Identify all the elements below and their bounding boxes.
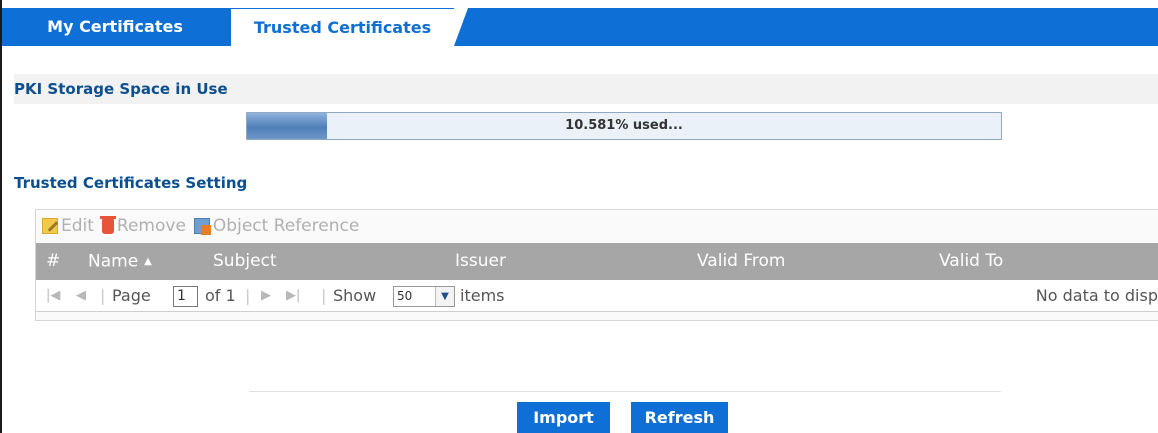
remove-label: Remove	[116, 216, 186, 236]
table-pager: |◀ ◀ | Page 1 of 1 | ▶ ▶| | Show 50 ▼ it…	[36, 280, 1158, 312]
page-label: Page	[112, 286, 151, 305]
column-header-name[interactable]: Name ▲	[88, 243, 152, 280]
column-header-issuer[interactable]: Issuer	[455, 243, 506, 280]
pki-storage-heading: PKI Storage Space in Use	[14, 74, 1158, 104]
tab-my-certificates[interactable]: My Certificates	[2, 8, 228, 46]
table-header: # Name ▲ Subject Issuer Valid From Valid …	[36, 243, 1158, 280]
trusted-settings-heading: Trusted Certificates Setting	[14, 174, 248, 192]
pager-separator: |	[245, 286, 251, 305]
edit-button[interactable]: Edit	[42, 216, 94, 236]
tab-active-notch	[454, 8, 468, 46]
object-reference-label: Object Reference	[212, 216, 360, 236]
object-reference-button[interactable]: Object Reference	[193, 216, 360, 236]
certificates-table-panel: Edit Remove Object Reference # Name ▲ Sub…	[35, 209, 1158, 321]
no-data-message: No data to disp	[1035, 286, 1158, 305]
table-toolbar: Edit Remove Object Reference	[36, 210, 1158, 242]
pager-separator: |	[100, 286, 106, 305]
items-per-page-value: 50	[397, 289, 413, 303]
sort-ascending-icon: ▲	[144, 256, 152, 267]
import-button[interactable]: Import	[517, 402, 610, 433]
main-content: PKI Storage Space in Use 10.581% used...…	[2, 46, 1158, 433]
edit-label: Edit	[61, 216, 94, 236]
last-page-icon[interactable]: ▶|	[286, 280, 300, 312]
button-divider	[249, 391, 1001, 392]
tab-bar: My Certificates Trusted Certificates	[2, 8, 1158, 46]
column-header-valid-from[interactable]: Valid From	[697, 243, 786, 280]
page-count-label: of 1	[205, 286, 236, 305]
column-header-name-label: Name	[88, 251, 139, 272]
page-number-input[interactable]: 1	[173, 286, 198, 307]
edit-icon	[42, 218, 58, 234]
pki-storage-text: 10.581% used...	[565, 118, 683, 133]
items-per-page-select[interactable]: 50 ▼	[393, 286, 455, 307]
object-reference-icon	[193, 218, 211, 235]
pager-separator: |	[321, 286, 327, 305]
chevron-down-icon: ▼	[435, 287, 454, 306]
previous-page-icon[interactable]: ◀	[76, 280, 86, 312]
refresh-button[interactable]: Refresh	[631, 402, 728, 433]
column-header-number[interactable]: #	[46, 243, 60, 280]
remove-button[interactable]: Remove	[99, 215, 186, 236]
items-label: items	[460, 286, 505, 305]
show-label: Show	[333, 286, 377, 305]
pki-storage-bar: 10.581% used...	[246, 112, 1002, 140]
tab-trusted-certificates[interactable]: Trusted Certificates	[231, 9, 454, 46]
next-page-icon[interactable]: ▶	[261, 280, 271, 312]
first-page-icon[interactable]: |◀	[46, 280, 60, 312]
trash-icon	[99, 215, 116, 234]
column-header-subject[interactable]: Subject	[213, 243, 277, 280]
column-header-valid-to[interactable]: Valid To	[939, 243, 1003, 280]
